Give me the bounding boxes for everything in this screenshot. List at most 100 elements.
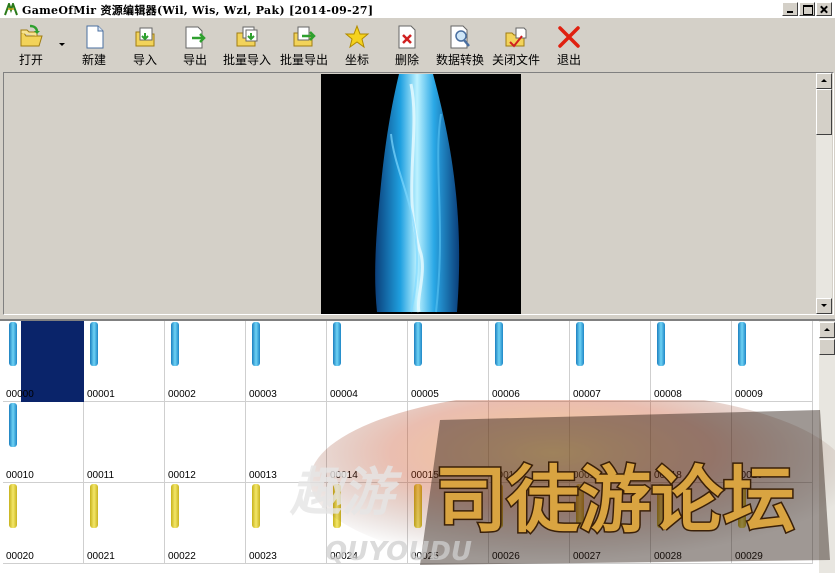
new-button[interactable]: 新建 (73, 22, 115, 70)
thumbnail-sprite (738, 484, 746, 528)
open-dropdown-arrow[interactable] (59, 43, 65, 46)
thumbnail-cell[interactable]: 00014 (327, 402, 408, 483)
thumbnail-index-label: 00020 (6, 551, 34, 562)
convert-icon (450, 25, 470, 49)
thumbnail-sprite (576, 484, 584, 528)
thumbnail-cell[interactable]: 00020 (3, 483, 84, 564)
thumbnail-cell[interactable]: 00027 (570, 483, 651, 564)
thumbnail-index-label: 00021 (87, 551, 115, 562)
thumbnail-index-label: 00018 (654, 470, 682, 481)
thumbnail-index-label: 00025 (411, 551, 439, 562)
batch-import-label: 批量导入 (222, 53, 271, 67)
open-label: 打开 (18, 53, 43, 67)
data-convert-button[interactable]: 数据转换 (434, 22, 486, 70)
new-label: 新建 (81, 53, 106, 67)
thumbnail-index-label: 00015 (411, 470, 439, 481)
exit-icon (558, 26, 580, 48)
import-button[interactable]: 导入 (124, 22, 166, 70)
thumbnail-sprite (414, 322, 422, 366)
thumbnail-sprite (171, 484, 179, 528)
thumbnail-sprite (495, 484, 503, 528)
thumbnail-index-label: 00013 (249, 470, 277, 481)
thumbnail-cell[interactable]: 00018 (651, 402, 732, 483)
thumbnail-cell[interactable]: 00023 (246, 483, 327, 564)
preview-vertical-scrollbar[interactable] (816, 73, 832, 314)
thumbnail-cell[interactable]: 00011 (84, 402, 165, 483)
thumbnail-cell[interactable]: 00007 (570, 321, 651, 402)
export-label: 导出 (182, 53, 207, 67)
grid-scroll-up-button[interactable] (819, 322, 835, 338)
thumbnail-cell[interactable]: 00012 (165, 402, 246, 483)
import-label: 导入 (132, 53, 157, 67)
thumbnail-sprite (9, 484, 17, 528)
thumbnail-sprite (252, 322, 260, 366)
thumbnail-index-label: 00007 (573, 389, 601, 400)
thumbnail-cell[interactable]: 00000 (3, 321, 84, 402)
thumbnail-cell[interactable]: 00008 (651, 321, 732, 402)
import-icon (135, 27, 155, 47)
close-window-button[interactable] (816, 2, 832, 16)
thumbnail-index-label: 00006 (492, 389, 520, 400)
image-preview-panel (3, 72, 834, 315)
thumbnail-index-label: 00001 (87, 389, 115, 400)
thumbnail-index-label: 00005 (411, 389, 439, 400)
thumbnail-cell[interactable]: 00010 (3, 402, 84, 483)
thumbnail-index-label: 00017 (573, 470, 601, 481)
window-title: GameOfMir 资源编辑器(Wil, Wis, Wzl, Pak) [201… (22, 4, 374, 17)
thumbnail-sprite (738, 322, 746, 366)
thumbnail-cell[interactable]: 00029 (732, 483, 813, 564)
thumbnail-sprite (90, 322, 98, 366)
thumbnail-sprite (414, 484, 422, 528)
thumbnail-index-label: 00014 (330, 470, 358, 481)
thumbnail-index-label: 00024 (330, 551, 358, 562)
preview-image (321, 74, 521, 314)
thumbnail-cell[interactable]: 00009 (732, 321, 813, 402)
preview-scroll-up-button[interactable] (816, 73, 832, 89)
thumbnail-cell[interactable]: 00002 (165, 321, 246, 402)
data-convert-label: 数据转换 (435, 53, 484, 67)
thumbnail-index-label: 00011 (87, 470, 115, 481)
batch-import-button[interactable]: 批量导入 (222, 22, 272, 70)
thumbnail-cell[interactable]: 00024 (327, 483, 408, 564)
batch-import-icon (236, 26, 258, 47)
preview-scroll-down-button[interactable] (816, 298, 832, 314)
delete-icon (398, 25, 416, 49)
thumbnail-cell[interactable]: 00006 (489, 321, 570, 402)
grid-vertical-scrollbar[interactable] (819, 321, 835, 573)
thumbnail-cell[interactable]: 00026 (489, 483, 570, 564)
thumbnail-index-label: 00016 (492, 470, 520, 481)
thumbnail-cell[interactable]: 00005 (408, 321, 489, 402)
thumbnail-grid: 00000 00001 00002 00003 00004 00005 00006 00007… (0, 319, 835, 573)
thumbnail-cell[interactable]: 00025 (408, 483, 489, 564)
batch-export-button[interactable]: 批量导出 (279, 22, 329, 70)
thumbnail-sprite (9, 322, 17, 366)
thumbnail-cell[interactable]: 00022 (165, 483, 246, 564)
thumbnail-cell[interactable]: 00021 (84, 483, 165, 564)
thumbnail-cell[interactable]: 00013 (246, 402, 327, 483)
thumbnail-cell[interactable]: 00015 (408, 402, 489, 483)
thumbnail-cell[interactable]: 00003 (246, 321, 327, 402)
thumbnail-sprite (657, 484, 665, 528)
maximize-button[interactable] (799, 2, 815, 16)
open-button[interactable]: 打开 (10, 22, 52, 70)
thumbnail-cell[interactable]: 00001 (84, 321, 165, 402)
thumbnail-index-label: 00023 (249, 551, 277, 562)
exit-button[interactable]: 退出 (552, 22, 586, 70)
close-file-button[interactable]: 关闭文件 (490, 22, 542, 70)
thumbnail-cell[interactable]: 00016 (489, 402, 570, 483)
thumbnail-cell[interactable]: 00019 (732, 402, 813, 483)
delete-button[interactable]: 删除 (389, 22, 425, 70)
thumbnail-index-label: 00028 (654, 551, 682, 562)
preview-scroll-thumb[interactable] (816, 89, 832, 135)
minimize-button[interactable] (782, 2, 798, 16)
thumbnail-index-label: 00010 (6, 470, 34, 481)
star-icon (344, 24, 370, 49)
thumbnail-cell[interactable]: 00017 (570, 402, 651, 483)
thumbnail-cell[interactable]: 00028 (651, 483, 732, 564)
thumbnail-sprite (333, 484, 341, 528)
export-button[interactable]: 导出 (174, 22, 216, 70)
thumbnail-cell[interactable]: 00004 (327, 321, 408, 402)
coordinate-button[interactable]: 坐标 (338, 22, 376, 70)
close-file-label: 关闭文件 (491, 53, 540, 67)
grid-scroll-thumb[interactable] (819, 339, 835, 355)
